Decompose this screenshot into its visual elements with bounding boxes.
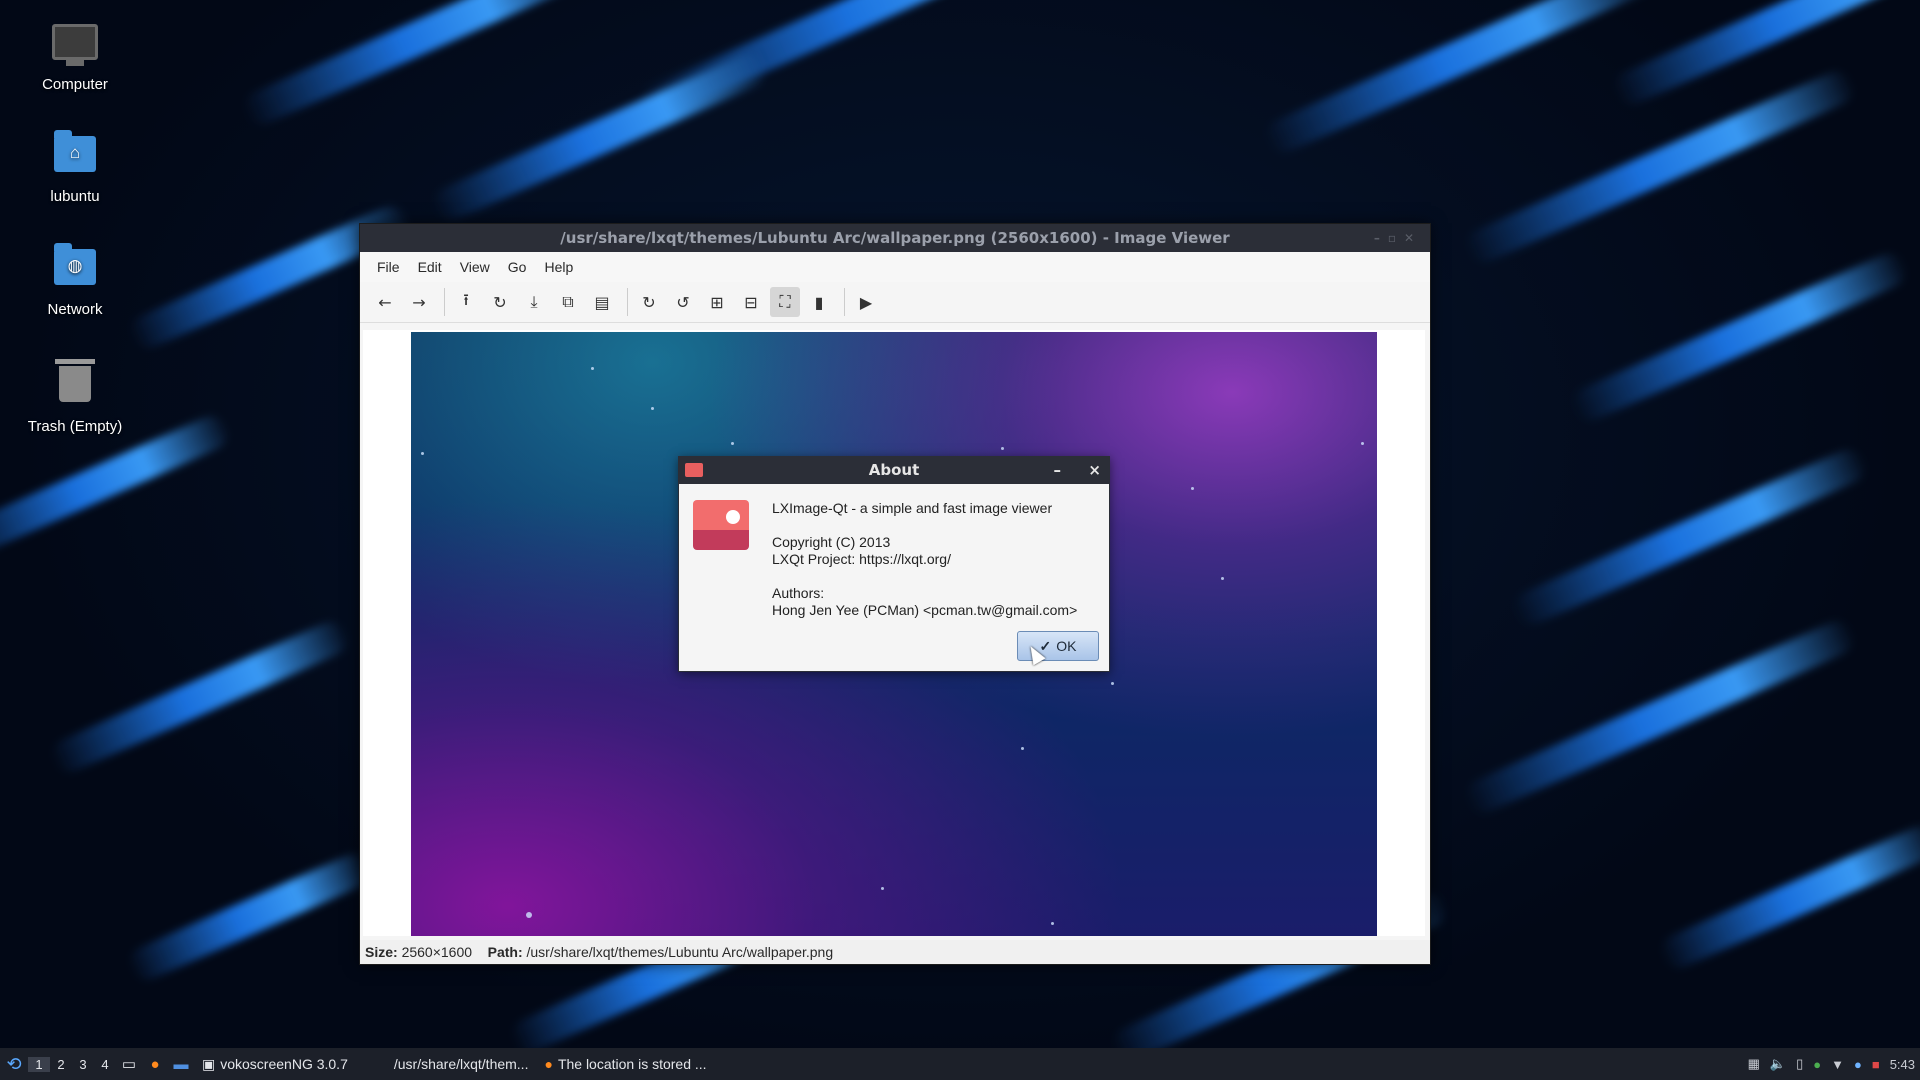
- window-controls[interactable]: –▫✕: [1374, 224, 1422, 252]
- slideshow-icon[interactable]: ▶: [851, 287, 881, 317]
- task-firefox[interactable]: ● The location is stored ...: [536, 1050, 714, 1078]
- task-image-viewer[interactable]: /usr/share/lxqt/them...: [386, 1050, 537, 1078]
- window-title: /usr/share/lxqt/themes/Lubuntu Arc/wallp…: [560, 229, 1230, 247]
- desktop-switch-3[interactable]: 3: [72, 1057, 94, 1072]
- size-label: Size:: [365, 944, 398, 960]
- desktop-icon-label: Computer: [42, 76, 108, 93]
- task-label: vokoscreenNG 3.0.7: [220, 1056, 348, 1072]
- desktop-switch-4[interactable]: 4: [94, 1057, 116, 1072]
- size-value: 2560×1600: [401, 944, 473, 960]
- file-manager-icon[interactable]: ▭: [116, 1055, 142, 1073]
- window-titlebar[interactable]: /usr/share/lxqt/themes/Lubuntu Arc/wallp…: [360, 224, 1430, 252]
- firefox-icon[interactable]: ●: [142, 1056, 168, 1073]
- toolbar-separator: [444, 288, 445, 316]
- clipboard-icon[interactable]: ▯: [1796, 1056, 1803, 1072]
- desktop-icon-label: Network: [47, 301, 103, 318]
- open-icon[interactable]: ⭱: [451, 287, 481, 317]
- show-desktop-icon[interactable]: ▬: [168, 1056, 194, 1073]
- about-title: About: [868, 461, 920, 479]
- desktop-icon-label: lubuntu: [50, 188, 100, 205]
- zoom-out-icon[interactable]: ⊟: [736, 287, 766, 317]
- statusbar: Size: 2560×1600 Path: /usr/share/lxqt/th…: [360, 940, 1430, 964]
- start-menu-icon[interactable]: ⟲: [0, 1050, 28, 1078]
- desktop-switch-1[interactable]: 1: [28, 1056, 50, 1072]
- task-vokoscreen[interactable]: ▣ vokoscreenNG 3.0.7: [194, 1050, 356, 1078]
- menu-go[interactable]: Go: [499, 259, 536, 275]
- menu-file[interactable]: File: [368, 259, 409, 275]
- menu-view[interactable]: View: [451, 259, 499, 275]
- path-label: Path:: [487, 944, 523, 960]
- toolbar-separator: [627, 288, 628, 316]
- menubar: File Edit View Go Help: [360, 252, 1430, 282]
- desktop-icon-lubuntu[interactable]: ⌂ lubuntu: [10, 130, 140, 205]
- toolbar: ← → ⭱ ↻ ⤓ ⧉ ▤ ↻ ↺ ⊞ ⊟ ⛶ ▮ ▶: [360, 282, 1430, 323]
- about-text: LXImage-Qt - a simple and fast image vie…: [772, 500, 1078, 618]
- record-icon[interactable]: ■: [1872, 1057, 1880, 1072]
- save-icon[interactable]: ⤓: [519, 287, 549, 317]
- ok-label: OK: [1056, 638, 1077, 654]
- network-icon[interactable]: ▼: [1831, 1057, 1844, 1072]
- rotate-counterclockwise-icon[interactable]: ↺: [668, 287, 698, 317]
- task-label: The location is stored ...: [557, 1056, 707, 1072]
- path-value: /usr/share/lxqt/themes/Lubuntu Arc/wallp…: [526, 944, 834, 960]
- desktop-icon-label: Trash (Empty): [27, 418, 123, 435]
- update-icon[interactable]: ●: [1813, 1057, 1821, 1072]
- fit-window-icon[interactable]: ⛶: [770, 287, 800, 317]
- copy-icon[interactable]: ⧉: [553, 287, 583, 317]
- firefox-icon: ●: [544, 1056, 553, 1072]
- vokoscreen-icon: ▣: [202, 1055, 216, 1072]
- task-label: /usr/share/lxqt/them...: [393, 1056, 529, 1072]
- rotate-clockwise-icon[interactable]: ↻: [634, 287, 664, 317]
- paste-icon[interactable]: ▤: [587, 287, 617, 317]
- system-tray: ▦ 🔈 ▯ ● ▼ ● ■ 5:43: [1743, 1056, 1920, 1072]
- zoom-in-icon[interactable]: ⊞: [702, 287, 732, 317]
- desktop-icon-network[interactable]: ◍ Network: [10, 243, 140, 318]
- app-icon: [685, 463, 703, 477]
- menu-help[interactable]: Help: [535, 259, 582, 275]
- about-dialog: About – × LXImage-Qt - a simple and fast…: [678, 456, 1110, 672]
- lximage-logo-icon: [693, 500, 749, 550]
- home-folder-icon: ⌂: [52, 130, 98, 182]
- keyboard-icon[interactable]: ▦: [1748, 1056, 1760, 1072]
- trash-icon: [52, 359, 98, 412]
- original-size-icon[interactable]: ▮: [804, 287, 834, 317]
- reload-icon[interactable]: ↻: [485, 287, 515, 317]
- forward-icon[interactable]: →: [404, 287, 434, 317]
- close-icon[interactable]: ×: [1088, 457, 1101, 484]
- minimize-icon[interactable]: –: [1054, 457, 1062, 484]
- info-icon[interactable]: ●: [1854, 1057, 1862, 1072]
- desktop-icon-trash[interactable]: Trash (Empty): [10, 356, 140, 435]
- taskbar: ⟲ 1 2 3 4 ▭ ● ▬ ▣ vokoscreenNG 3.0.7 /us…: [0, 1048, 1920, 1080]
- desktop-icon-computer[interactable]: Computer: [10, 18, 140, 93]
- desktop-switch-2[interactable]: 2: [50, 1057, 72, 1072]
- menu-edit[interactable]: Edit: [409, 259, 451, 275]
- about-titlebar[interactable]: About – ×: [679, 457, 1109, 484]
- network-folder-icon: ◍: [52, 243, 98, 295]
- clock: 5:43: [1889, 1056, 1915, 1072]
- volume-icon[interactable]: 🔈: [1770, 1056, 1786, 1072]
- toolbar-separator: [844, 288, 845, 316]
- computer-icon: [52, 24, 98, 70]
- back-icon[interactable]: ←: [370, 287, 400, 317]
